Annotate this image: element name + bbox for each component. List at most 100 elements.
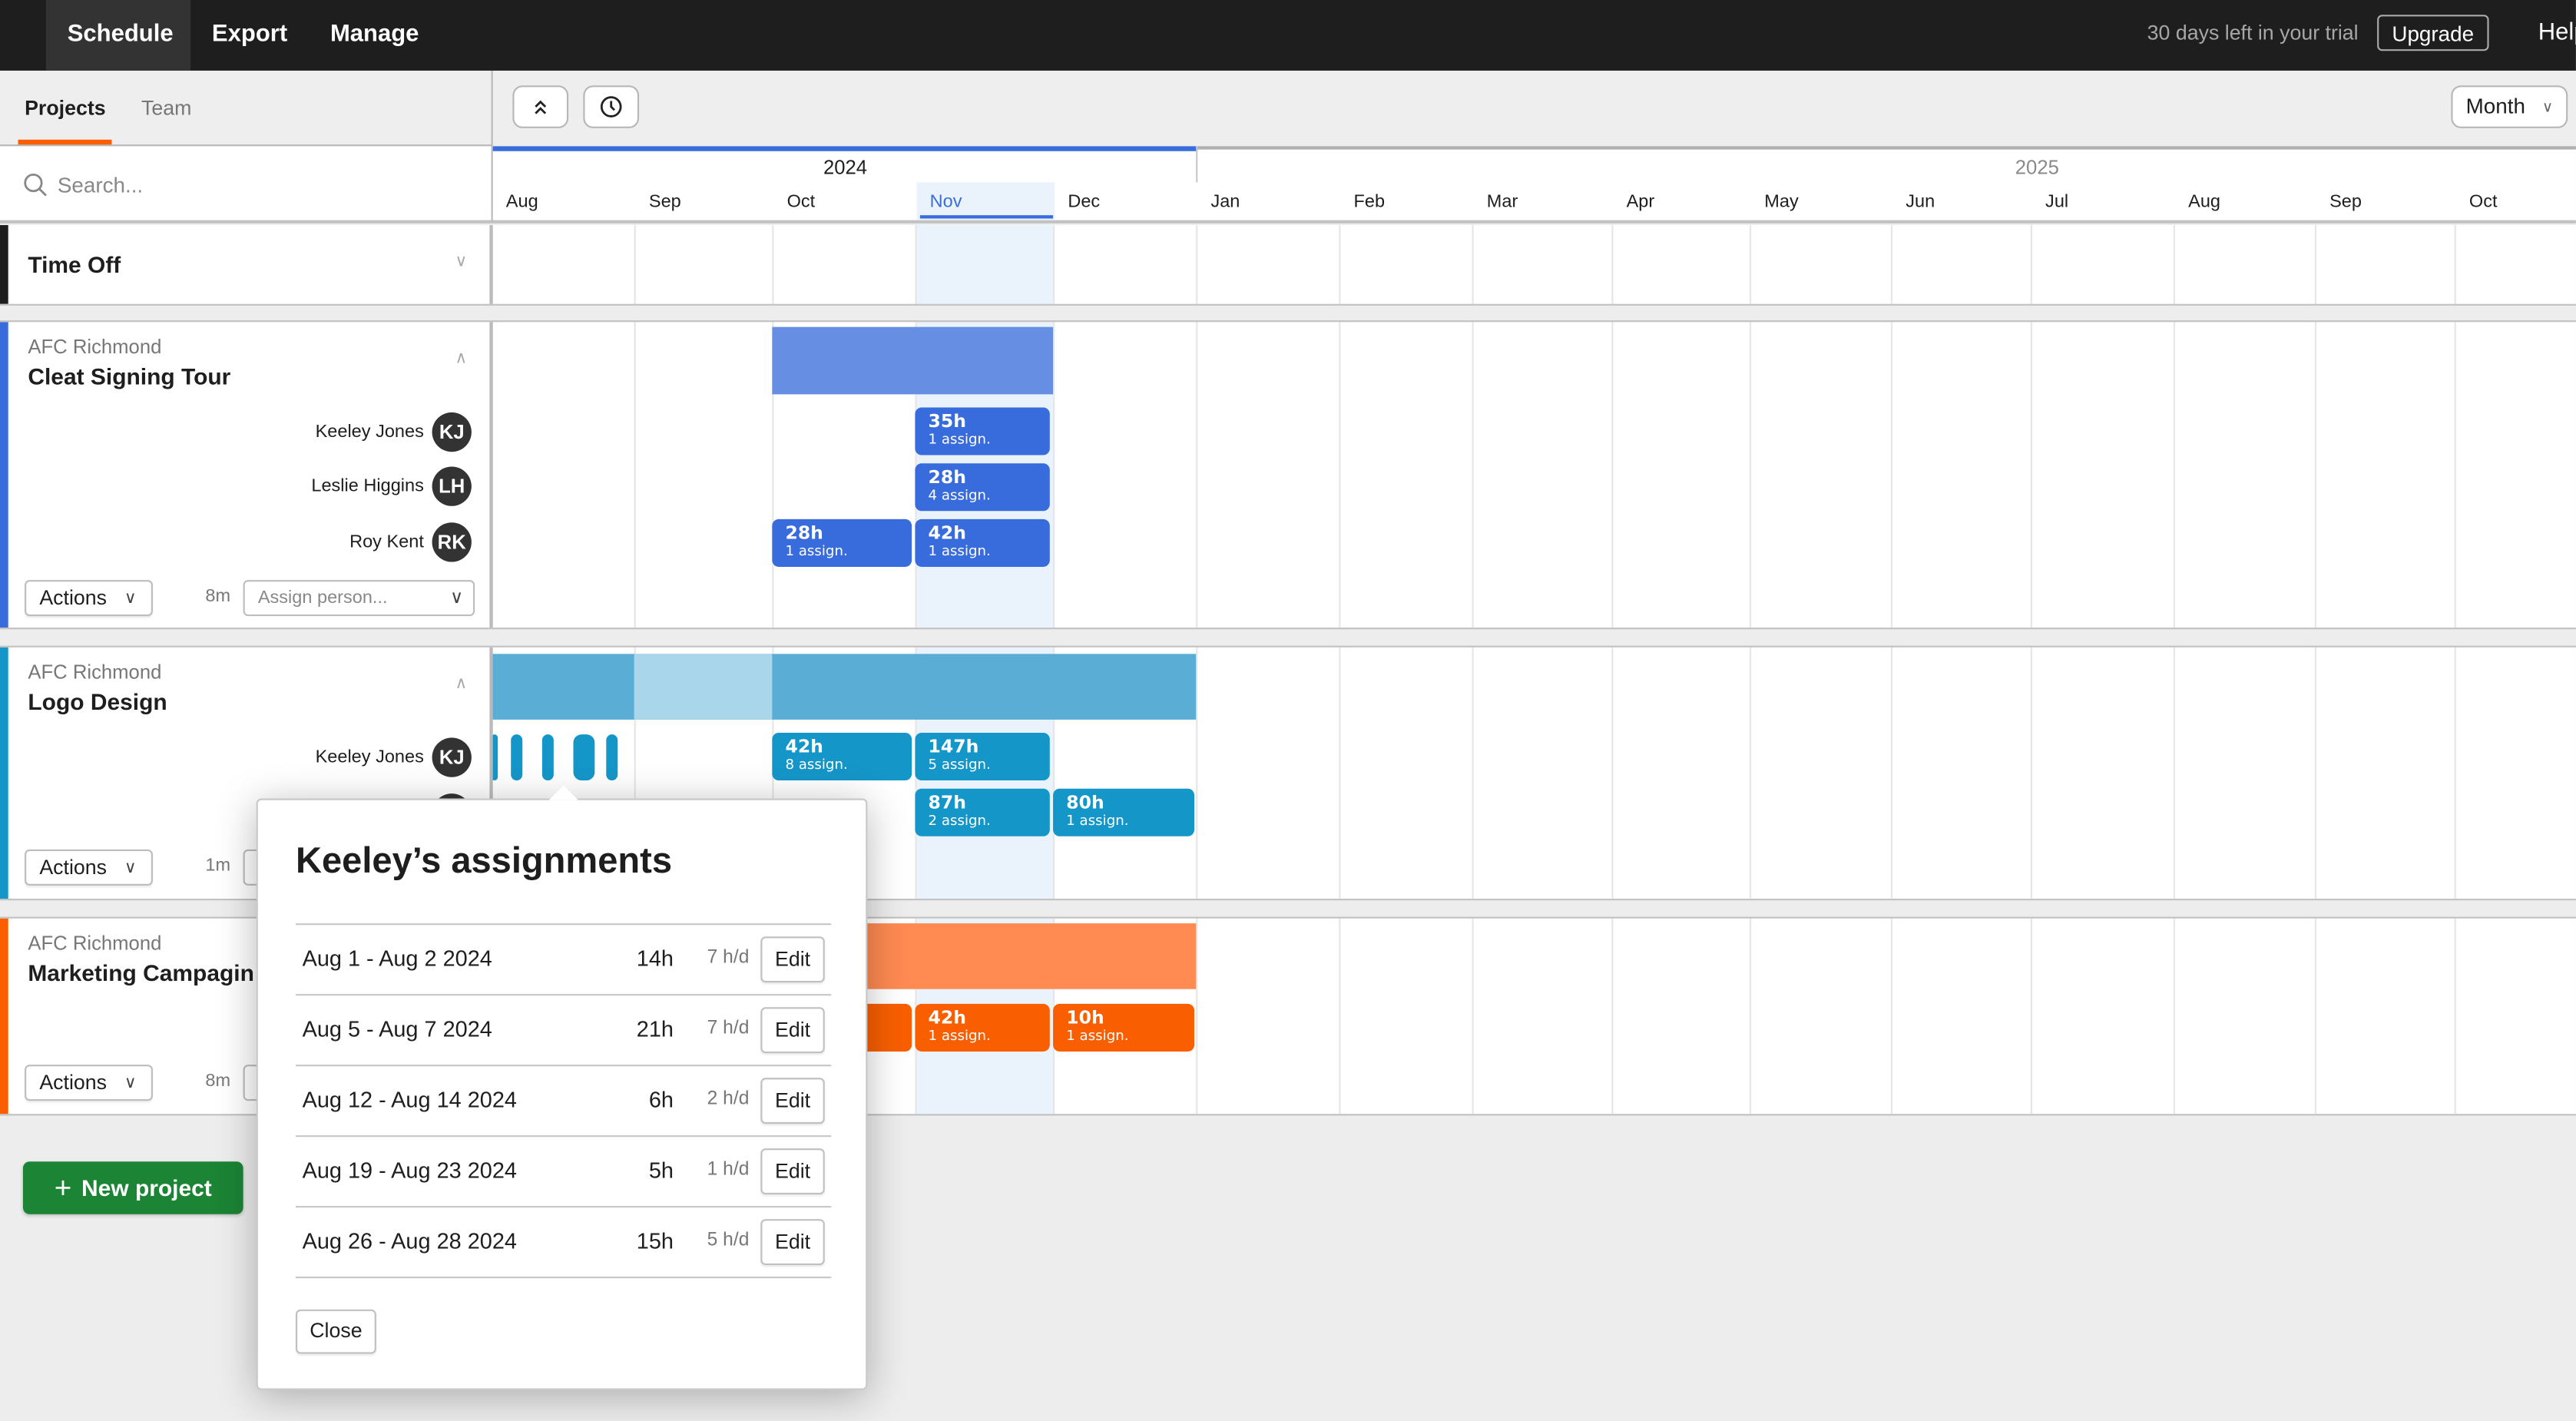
project-name[interactable]: Marketing Campagin	[28, 959, 254, 985]
grid-line	[2173, 647, 2176, 899]
timeline-toolbar: Month ∨	[491, 70, 2576, 147]
grid-line	[2314, 918, 2316, 1115]
project-bar-gap	[634, 654, 773, 720]
assignment-hours: 14h	[636, 946, 674, 972]
assignment-pill[interactable]	[511, 734, 523, 781]
assignment-chip[interactable]: 10h 1 assign.	[1053, 1003, 1195, 1052]
time-off-label: Time Off	[28, 251, 121, 278]
help-link[interactable]: Help	[2538, 0, 2576, 66]
project-name[interactable]: Cleat Signing Tour	[28, 363, 230, 389]
assignment-chip[interactable]: 35h 1 assign.	[915, 407, 1050, 455]
project-bar[interactable]	[772, 326, 1054, 395]
assignment-chip[interactable]: 147h 5 assign.	[915, 732, 1050, 781]
tab-team[interactable]: Team	[141, 71, 191, 144]
year-label-2025: 2025	[2015, 156, 2059, 180]
edit-button[interactable]: Edit	[760, 1219, 825, 1266]
edit-button[interactable]: Edit	[760, 1148, 825, 1195]
actions-button[interactable]: Actions ∨	[25, 1065, 153, 1101]
assignment-date-range: Aug 5 - Aug 7 2024	[302, 1017, 492, 1042]
assignment-row: Aug 1 - Aug 2 2024 14h 7 h/d Edit	[296, 923, 832, 994]
avatar: KJ	[432, 412, 472, 452]
grid-line	[1611, 918, 1614, 1115]
double-chevron-up-icon	[535, 100, 547, 114]
time-off-row[interactable]: Time Off ∨	[0, 225, 492, 304]
chevron-up-icon[interactable]: ∧	[455, 675, 468, 694]
chevron-down-icon[interactable]: ∨	[455, 253, 468, 271]
grid-line	[1750, 647, 1752, 899]
avatar: RK	[432, 522, 472, 562]
grid-line	[1339, 322, 1341, 628]
member-name: Keeley Jones	[315, 747, 424, 767]
current-month-underline	[919, 215, 1054, 219]
project-color-strip	[0, 918, 8, 1115]
project-client: AFC Richmond	[28, 660, 162, 684]
actions-button[interactable]: Actions ∨	[25, 849, 153, 886]
assignment-chip[interactable]: 42h 1 assign.	[915, 1003, 1050, 1052]
assignment-pill[interactable]	[573, 734, 595, 781]
sidebar-tabs: Projects Team	[0, 70, 492, 147]
assign-person-placeholder: Assign person...	[257, 588, 388, 608]
new-project-button[interactable]: + New project	[22, 1161, 243, 1214]
project-client: AFC Richmond	[28, 931, 162, 955]
edit-button[interactable]: Edit	[760, 936, 825, 983]
nav-tab-manage[interactable]: Manage	[309, 0, 440, 71]
assignment-rate: 1 h/d	[707, 1160, 750, 1180]
search-icon	[24, 173, 47, 197]
timeline-header: 2024 2025 Aug Sep Oct Nov Dec Jan Feb Mar Apr May…	[491, 146, 2576, 224]
nav-tab-export[interactable]: Export	[190, 0, 309, 71]
search-input[interactable]	[57, 166, 469, 203]
assignment-chip[interactable]: 80h 1 assign.	[1053, 788, 1195, 836]
project-color-strip	[0, 322, 8, 628]
grid-line	[1890, 225, 1893, 304]
edit-button[interactable]: Edit	[760, 1078, 825, 1125]
year-label-2024: 2024	[823, 156, 868, 180]
grid-line	[1472, 918, 1474, 1115]
assignment-chip[interactable]: 42h 8 assign.	[772, 732, 912, 781]
collapse-all-button[interactable]	[512, 85, 569, 128]
grid-line	[2173, 225, 2176, 304]
grid-line	[1750, 225, 1752, 304]
view-select[interactable]: Month ∨	[2451, 85, 2568, 128]
timeline-left-border	[491, 322, 493, 628]
assignment-hours: 5h	[648, 1158, 674, 1184]
member-row: Keeley Jones KJ	[316, 737, 472, 777]
member-row: Roy Kent RK	[349, 522, 472, 562]
chevron-up-icon[interactable]: ∧	[455, 350, 468, 369]
new-project-label: New project	[81, 1174, 212, 1201]
member-name: Roy Kent	[349, 532, 424, 552]
timeline-left-border	[491, 225, 493, 304]
divider	[0, 628, 2576, 630]
search-bar	[0, 146, 492, 224]
assignment-chip[interactable]: 87h 2 assign.	[915, 788, 1050, 836]
project-name[interactable]: Logo Design	[28, 688, 167, 714]
month-label: Oct	[786, 192, 816, 212]
chevron-down-icon: ∨	[124, 859, 137, 878]
month-label: Mar	[1486, 192, 1518, 212]
grid-line	[1611, 225, 1614, 304]
assignment-pill[interactable]	[606, 734, 618, 781]
grid-line	[2454, 918, 2456, 1115]
assignment-pill[interactable]	[541, 734, 554, 781]
edit-button[interactable]: Edit	[760, 1007, 825, 1054]
tab-projects[interactable]: Projects	[18, 71, 113, 145]
popover-arrow	[548, 785, 578, 800]
assignment-chip[interactable]: 42h 1 assign.	[915, 518, 1050, 567]
nav-tab-schedule[interactable]: Schedule	[45, 0, 191, 71]
project-cleat-signing-tour: AFC Richmond Cleat Signing Tour ∧ Keeley…	[0, 322, 492, 628]
avatar: KJ	[432, 737, 472, 777]
project-bar[interactable]	[491, 654, 1197, 720]
history-button[interactable]	[583, 85, 640, 128]
upgrade-button[interactable]: Upgrade	[2377, 15, 2489, 51]
actions-button[interactable]: Actions ∨	[25, 580, 153, 617]
grid-line	[772, 225, 774, 304]
close-button[interactable]: Close	[296, 1309, 376, 1354]
assignment-row: Aug 19 - Aug 23 2024 5h 1 h/d Edit	[296, 1135, 832, 1206]
grid-line	[1196, 322, 1198, 628]
assignment-rate: 7 h/d	[707, 1019, 750, 1038]
grid-line	[634, 322, 636, 628]
assignment-chip[interactable]: 28h 4 assign.	[915, 463, 1050, 512]
assignment-chip[interactable]: 28h 1 assign.	[772, 518, 912, 567]
grid-line	[634, 225, 636, 304]
grid-line	[2454, 647, 2456, 899]
assign-person-select[interactable]: Assign person... ∨	[243, 580, 475, 617]
